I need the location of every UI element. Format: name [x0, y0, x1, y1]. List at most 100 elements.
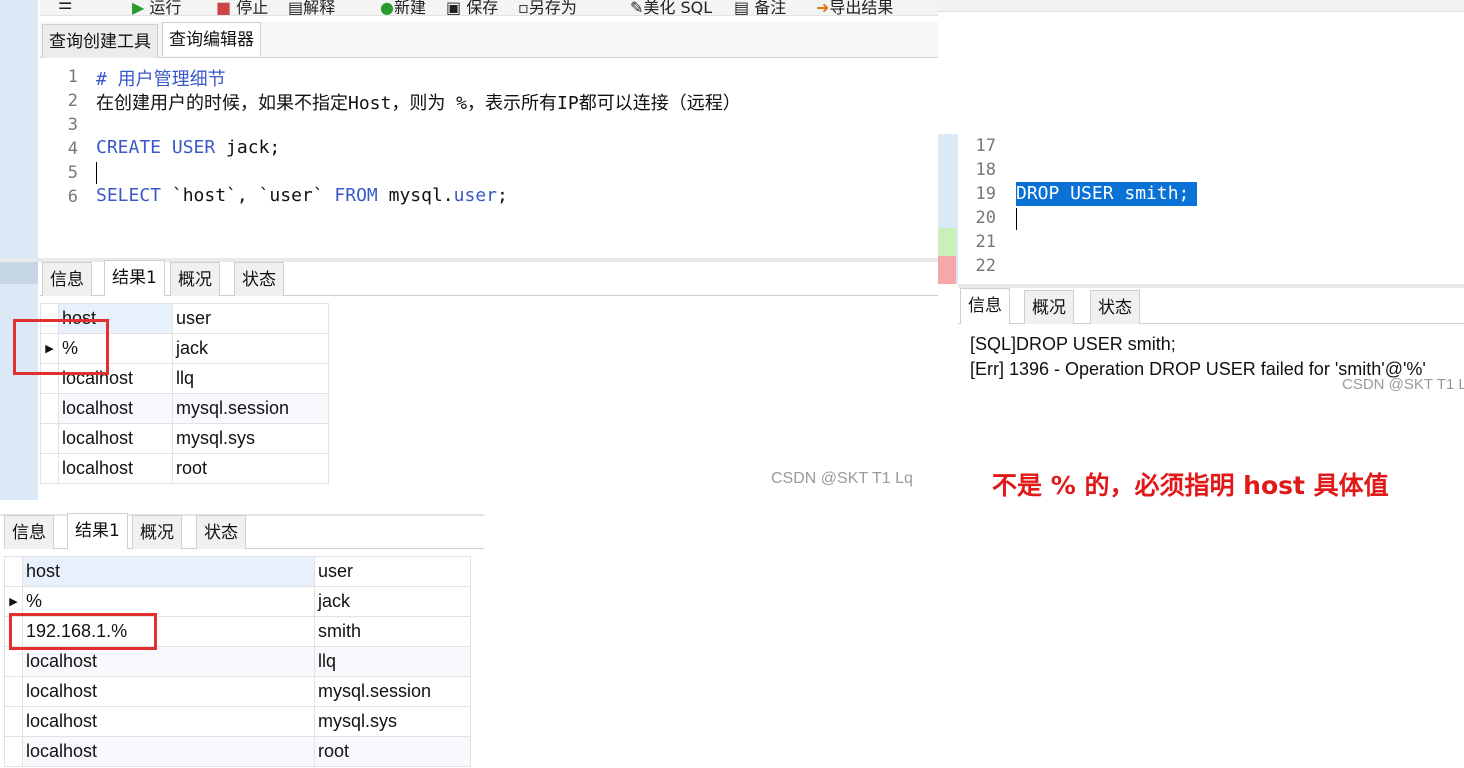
cell-host[interactable]: localhost [22, 646, 315, 677]
cell-user[interactable]: jack [314, 586, 471, 617]
cell-host[interactable]: localhost [22, 676, 315, 707]
beautify-sql-button[interactable]: ✎美化 SQL [630, 0, 712, 16]
current-row-indicator-icon: ▶ [4, 586, 23, 617]
cell-user[interactable]: root [314, 736, 471, 767]
cell-user[interactable]: mysql.session [314, 676, 471, 707]
cell-host[interactable]: localhost [58, 393, 173, 424]
cell-host[interactable]: localhost [22, 736, 315, 767]
plus-icon: ● [380, 0, 394, 16]
column-header-user[interactable]: user [314, 556, 471, 587]
explain-icon: ▤ [288, 0, 304, 16]
cell-host[interactable]: % [22, 586, 315, 617]
line-number: 6 [67, 187, 78, 207]
table-row[interactable]: ▶ % jack [4, 586, 471, 617]
line-number: 3 [67, 115, 78, 135]
highlight-box-percent-host [13, 319, 109, 375]
export-icon: ➜ [816, 0, 830, 16]
table-row[interactable]: localhost root [40, 453, 329, 484]
text-cursor [96, 162, 97, 184]
save-button[interactable]: ▣ 保存 [446, 0, 498, 16]
message-sql: [SQL]DROP USER smith; [970, 334, 1176, 354]
explain-button[interactable]: ▤解释 [288, 0, 335, 16]
menu-icon[interactable]: ☰ [58, 0, 72, 13]
save-icon: ▣ [446, 0, 462, 16]
toolbar: ☰ ▶ 运行 ■ 停止 ▤解释 ●新建 ▣ 保存 ▫另存为 ✎美化 SQL ▤ … [40, 0, 938, 16]
line-number: 21 [975, 232, 996, 252]
cell-user[interactable]: mysql.session [172, 393, 329, 424]
tab-result1[interactable]: 结果1 [104, 260, 165, 296]
line-number: 17 [975, 136, 996, 156]
line-number: 20 [975, 208, 996, 228]
tab-result1[interactable]: 结果1 [67, 513, 128, 549]
result-tab-bar: 信息 结果1 概况 状态 [4, 513, 484, 549]
tab-overview[interactable]: 概况 [170, 262, 220, 296]
tab-status[interactable]: 状态 [1090, 290, 1140, 324]
export-result-button[interactable]: ➜导出结果 [816, 0, 893, 16]
selected-code-line: DROP USER smith; [1016, 182, 1198, 206]
tab-status[interactable]: 状态 [234, 262, 284, 296]
table-row[interactable]: localhost mysql.session [4, 676, 471, 707]
comment-icon: ▤ [734, 0, 750, 16]
tab-query-builder[interactable]: 查询创建工具 [42, 24, 158, 58]
tab-overview[interactable]: 概况 [132, 515, 182, 549]
comment-button[interactable]: ▤ 备注 [734, 0, 786, 16]
left-gutter-strip [0, 0, 38, 500]
table-row[interactable]: localhost mysql.session [40, 393, 329, 424]
code-line-comment: # 用户管理细节 [96, 69, 226, 90]
editor-tab-bar: 查询创建工具 查询编辑器 [40, 22, 938, 58]
cell-host[interactable]: localhost [22, 706, 315, 737]
tab-overview[interactable]: 概况 [1024, 290, 1074, 324]
table-header-row: host user [4, 556, 471, 587]
sql-editor[interactable]: 1 # 用户管理细节 2 在创建用户的时候，如果不指定Host，则为 %，表示所… [40, 58, 938, 258]
annotation-text: 不是 % 的，必须指明 host 具体值 [992, 471, 1389, 500]
run-button[interactable]: ▶ 运行 [132, 0, 181, 16]
top-bar [938, 0, 1464, 12]
cell-user[interactable]: mysql.sys [314, 706, 471, 737]
stop-button[interactable]: ■ 停止 [216, 0, 268, 16]
code-line-select: SELECT `host`, `user` FROM mysql.user; [96, 185, 508, 206]
save-as-icon: ▫ [518, 0, 529, 16]
column-header-user[interactable]: user [172, 303, 329, 334]
tab-info[interactable]: 信息 [4, 515, 54, 549]
beautify-icon: ✎ [630, 0, 644, 16]
cell-user[interactable]: root [172, 453, 329, 484]
cell-host[interactable]: localhost [58, 453, 173, 484]
table-row[interactable]: localhost mysql.sys [40, 423, 329, 454]
line-number: 22 [975, 256, 996, 276]
cell-user[interactable]: smith [314, 616, 471, 647]
tab-status[interactable]: 状态 [196, 515, 246, 549]
table-row[interactable]: localhost root [4, 736, 471, 767]
cell-user[interactable]: llq [314, 646, 471, 677]
cell-user[interactable]: jack [172, 333, 329, 364]
result-grid-2: host user ▶ % jack 192.168.1.% smith loc… [4, 556, 471, 767]
result-tab-bar: 信息 结果1 概况 状态 [40, 260, 938, 296]
gutter-marker-green [938, 228, 956, 256]
watermark: CSDN @SKT T1 Lq [1342, 376, 1464, 393]
highlight-box-ip-host [9, 613, 157, 650]
new-button[interactable]: ●新建 [380, 0, 426, 16]
cell-host[interactable]: localhost [58, 423, 173, 454]
column-header-host[interactable]: host [22, 556, 315, 587]
tab-info[interactable]: 信息 [960, 288, 1010, 324]
play-icon: ▶ [132, 0, 145, 16]
gutter-marker-red [938, 256, 956, 284]
tab-query-editor[interactable]: 查询编辑器 [162, 22, 261, 56]
line-number: 19 [975, 184, 996, 204]
line-number: 4 [67, 139, 78, 159]
line-number: 2 [67, 91, 78, 111]
watermark: CSDN @SKT T1 Lq [771, 470, 913, 487]
line-number: 18 [975, 160, 996, 180]
cell-user[interactable]: llq [172, 363, 329, 394]
cell-user[interactable]: mysql.sys [172, 423, 329, 454]
sql-editor-right[interactable]: 17 18 19 20 21 22 DROP USER smith; [958, 134, 1464, 284]
save-as-button[interactable]: ▫另存为 [518, 0, 577, 16]
stop-icon: ■ [216, 0, 232, 16]
code-line-create-user: CREATE USER jack; [96, 137, 281, 158]
table-row[interactable]: localhost mysql.sys [4, 706, 471, 737]
tab-info[interactable]: 信息 [42, 262, 92, 296]
code-line-text: 在创建用户的时候，如果不指定Host，则为 %，表示所有IP都可以连接（远程） [96, 93, 741, 114]
text-cursor [1016, 208, 1017, 230]
splitter[interactable] [958, 284, 1464, 288]
table-row[interactable]: localhost llq [4, 646, 471, 677]
line-number: 1 [67, 67, 78, 87]
